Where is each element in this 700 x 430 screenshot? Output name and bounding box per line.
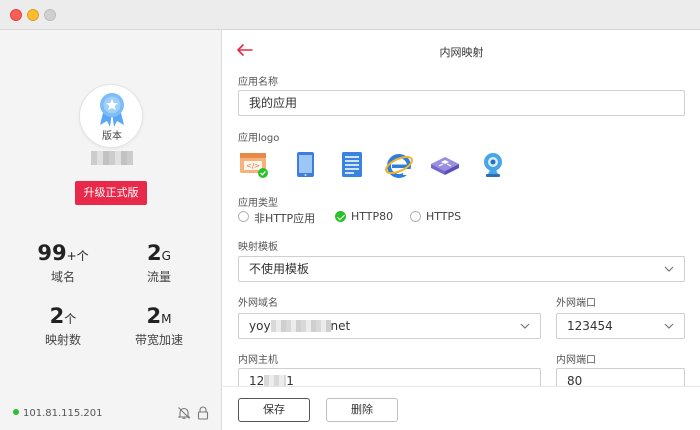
stat-unit: M — [161, 312, 172, 326]
save-button[interactable]: 保存 — [238, 398, 310, 422]
stat-unit: 个 — [64, 312, 77, 326]
minimize-window-button[interactable] — [27, 9, 39, 21]
stat-label: 流量 — [146, 270, 171, 284]
stat-traffic: 2G 流量 — [114, 241, 204, 285]
radio-http80[interactable] — [335, 211, 346, 222]
radio-non-http[interactable] — [238, 211, 249, 222]
page-title: 内网映射 — [439, 46, 484, 59]
stat-value: 2 — [147, 241, 162, 265]
template-label: 映射模板 — [238, 242, 278, 253]
online-dot-icon — [13, 409, 19, 415]
ext-domain-prefix: yoy — [249, 319, 271, 333]
delete-button[interactable]: 删除 — [326, 398, 398, 422]
radio-label: 非HTTP应用 — [254, 212, 316, 225]
version-badge: 版本 — [79, 84, 143, 148]
ie-browser-icon[interactable] — [384, 150, 414, 178]
badge-label: 版本 — [102, 131, 122, 142]
app-name-label: 应用名称 — [238, 77, 278, 88]
chevron-down-icon — [520, 323, 530, 329]
document-icon[interactable] — [337, 150, 367, 178]
ip-address: 101.81.115.201 — [23, 408, 103, 419]
stat-label: 域名 — [50, 270, 75, 284]
chevron-down-icon — [664, 323, 674, 329]
webcam-icon[interactable] — [478, 150, 508, 178]
ext-domain-select[interactable]: yoy net — [238, 313, 541, 339]
award-ribbon-icon — [100, 93, 124, 127]
int-host-label: 内网主机 — [238, 355, 278, 366]
tablet-icon[interactable] — [291, 150, 321, 178]
stat-value: 2 — [146, 304, 162, 328]
stat-value: 2 — [49, 304, 65, 328]
ext-port-value: 123454 — [567, 319, 613, 333]
lock-icon[interactable] — [197, 406, 209, 420]
stat-label: 映射数 — [44, 333, 81, 347]
radio-label: HTTP80 — [351, 210, 394, 223]
chevron-down-icon — [664, 266, 674, 272]
form-footer: 保存 删除 — [223, 386, 700, 430]
stat-mappings: 2个 映射数 — [18, 304, 108, 348]
connection-status: 101.81.115.201 — [13, 408, 103, 419]
template-select[interactable]: 不使用模板 — [238, 256, 685, 282]
stat-unit: +个 — [66, 249, 89, 263]
stat-bandwidth: 2M 带宽加速 — [114, 304, 204, 348]
main-panel: 内网映射 应用名称 我的应用 应用logo </> 应用类型 非HTTP应用 H… — [223, 30, 700, 430]
stat-domains: 99+个 域名 — [18, 241, 108, 285]
code-window-icon[interactable]: </> — [238, 150, 268, 178]
zoom-window-button[interactable] — [44, 9, 56, 21]
ext-port-label: 外网端口 — [556, 298, 596, 309]
ext-port-select[interactable]: 123454 — [556, 313, 685, 339]
stat-unit: G — [161, 249, 171, 263]
svg-text:</>: </> — [246, 162, 260, 170]
close-window-button[interactable] — [10, 9, 22, 21]
app-logo-label: 应用logo — [238, 133, 280, 144]
bell-off-icon[interactable] — [177, 406, 191, 420]
ext-domain-label: 外网域名 — [238, 298, 278, 309]
ext-domain-suffix: net — [330, 319, 351, 333]
upgrade-button[interactable]: 升级正式版 — [75, 181, 147, 205]
app-type-label: 应用类型 — [238, 198, 278, 209]
stat-value: 99 — [37, 241, 67, 265]
stat-label: 带宽加速 — [134, 333, 183, 347]
int-port-label: 内网端口 — [556, 355, 596, 366]
ext-domain-blurred — [270, 320, 331, 332]
radio-https[interactable] — [410, 211, 421, 222]
username-blurred — [91, 151, 133, 165]
app-name-input[interactable]: 我的应用 — [238, 90, 685, 116]
template-value: 不使用模板 — [249, 262, 310, 276]
radio-label: HTTPS — [426, 210, 462, 223]
sidebar: 版本 升级正式版 99+个 域名 2G 流量 2个 映射数 2M 带宽加速 10… — [0, 30, 222, 430]
window-titlebar — [0, 0, 700, 30]
router-icon[interactable] — [429, 150, 459, 178]
